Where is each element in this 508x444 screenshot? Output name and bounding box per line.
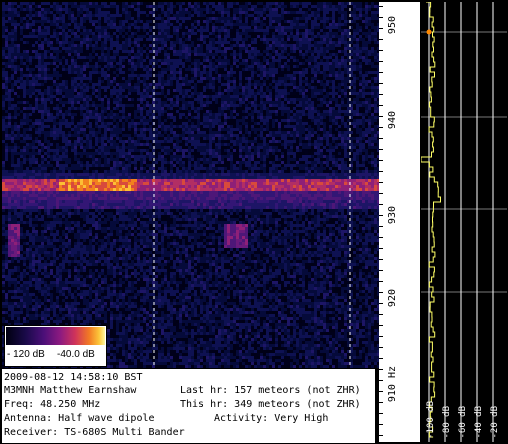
last-hour-text: Last hr: 157 meteors (not ZHR) <box>180 385 361 396</box>
frequency-tick <box>379 204 383 205</box>
frequency-label: 940 <box>387 111 398 130</box>
frequency-tick <box>379 314 383 315</box>
frequency-tick <box>379 149 383 150</box>
colorbar-gradient <box>6 327 105 345</box>
frequency-tick <box>379 413 383 414</box>
colorbar-max-label: -40.0 dB <box>57 349 95 360</box>
colorbar-min-label: - 120 dB <box>7 349 45 360</box>
frequency-tick <box>379 28 383 29</box>
observer-text: M3MNH Matthew Earnshaw <box>4 385 137 396</box>
frequency-tick <box>379 105 383 106</box>
frequency-tick <box>379 61 383 62</box>
signal-level-panel <box>421 2 507 442</box>
frequency-tick <box>379 380 383 381</box>
colorbar-legend: - 120 dB -40.0 dB <box>4 325 107 367</box>
level-db-label: -40 dB <box>474 406 484 439</box>
frequency-tick <box>379 94 383 95</box>
frequency-label: 920 <box>387 289 398 308</box>
timestamp-text: 2009-08-12 14:58:10 BST <box>4 372 143 383</box>
frequency-tick <box>379 6 383 7</box>
antenna-text: Antenna: Half wave dipole <box>4 413 155 424</box>
frequency-label: 930 <box>387 206 398 225</box>
frequency-tick <box>379 171 383 172</box>
frequency-tick <box>379 325 383 326</box>
frequency-tick <box>379 182 383 183</box>
frequency-tick <box>379 50 383 51</box>
frequency-tick <box>379 281 383 282</box>
frequency-tick <box>379 116 383 117</box>
frequency-label: 910 Hz <box>387 366 398 403</box>
frequency-label: 950 <box>387 16 398 35</box>
frequency-tick <box>379 160 383 161</box>
level-db-label: -20 dB <box>490 406 500 439</box>
frequency-tick <box>379 72 383 73</box>
frequency-tick <box>379 292 383 293</box>
frequency-tick <box>379 248 383 249</box>
spectrogram-canvas <box>2 2 379 368</box>
level-db-label: -80 dB <box>442 406 452 439</box>
frequency-tick <box>379 259 383 260</box>
level-db-label: -100 dB <box>426 401 436 439</box>
frequency-tick <box>379 402 383 403</box>
frequency-tick <box>379 193 383 194</box>
frequency-tick <box>379 303 383 304</box>
frequency-tick <box>379 83 383 84</box>
frequency-scale: 950 940 930 920 910 Hz <box>379 2 420 442</box>
spectrogram-window: 950 940 930 920 910 Hz - 120 dB -40.0 dB 200… <box>0 0 508 444</box>
this-hour-text: This hr: 349 meteors (not ZHR) <box>180 399 361 410</box>
frequency-tick <box>379 270 383 271</box>
level-marker-dot <box>426 29 432 35</box>
frequency-tick <box>379 237 383 238</box>
frequency-tick <box>379 391 383 392</box>
frequency-tick <box>379 347 383 348</box>
frequency-tick <box>379 215 383 216</box>
frequency-tick <box>379 39 383 40</box>
frequency-tick <box>379 127 383 128</box>
frequency-tick <box>379 336 383 337</box>
frequency-tick <box>379 138 383 139</box>
frequency-tick <box>379 226 383 227</box>
frequency-tick <box>379 17 383 18</box>
receiver-text: Receiver: TS-680S Multi Bander <box>4 427 185 438</box>
info-panel: 2009-08-12 14:58:10 BST M3MNH Matthew Ea… <box>2 368 376 443</box>
frequency-text: Freq: 48.250 MHz <box>4 399 101 410</box>
activity-text: Activity: Very High <box>214 413 329 424</box>
frequency-tick <box>379 424 383 425</box>
signal-level-trace <box>421 2 441 438</box>
frequency-tick <box>379 435 383 436</box>
frequency-tick <box>379 358 383 359</box>
frequency-tick <box>379 369 383 370</box>
level-db-label: -60 dB <box>458 406 468 439</box>
